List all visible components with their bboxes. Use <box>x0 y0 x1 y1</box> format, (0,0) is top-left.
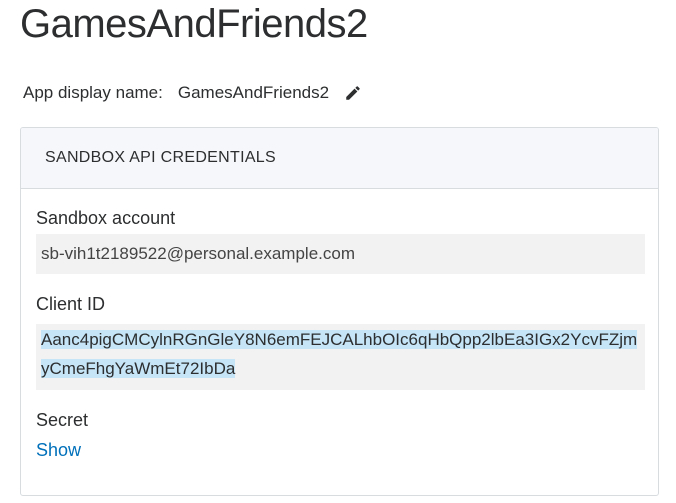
display-name-label: App display name: <box>23 83 163 102</box>
pencil-icon[interactable] <box>343 83 363 103</box>
display-name-value: GamesAndFriends2 <box>177 83 330 102</box>
credentials-section-title: SANDBOX API CREDENTIALS <box>45 149 276 166</box>
sandbox-account-label: Sandbox account <box>36 208 176 228</box>
client-id-label: Client ID <box>36 294 106 314</box>
display-name-row: App display name: GamesAndFriends2 <box>23 80 363 106</box>
credentials-card-header: SANDBOX API CREDENTIALS <box>21 128 658 189</box>
show-secret-link[interactable]: Show <box>36 440 81 461</box>
secret-label: Secret <box>36 410 89 430</box>
client-id-field[interactable]: Aanc4pigCMCylnRGnGleY8N6emFEJCALhbOIc6qH… <box>36 324 645 390</box>
pencil-icon-graphic <box>346 86 360 100</box>
client-id-value[interactable]: Aanc4pigCMCylnRGnGleY8N6emFEJCALhbOIc6qH… <box>41 330 638 378</box>
sandbox-account-field[interactable]: sb-vih1t2189522@personal.example.com <box>36 234 645 274</box>
app-title: GamesAndFriends2 <box>20 2 368 46</box>
credentials-card: SANDBOX API CREDENTIALS Sandbox account … <box>20 127 659 496</box>
